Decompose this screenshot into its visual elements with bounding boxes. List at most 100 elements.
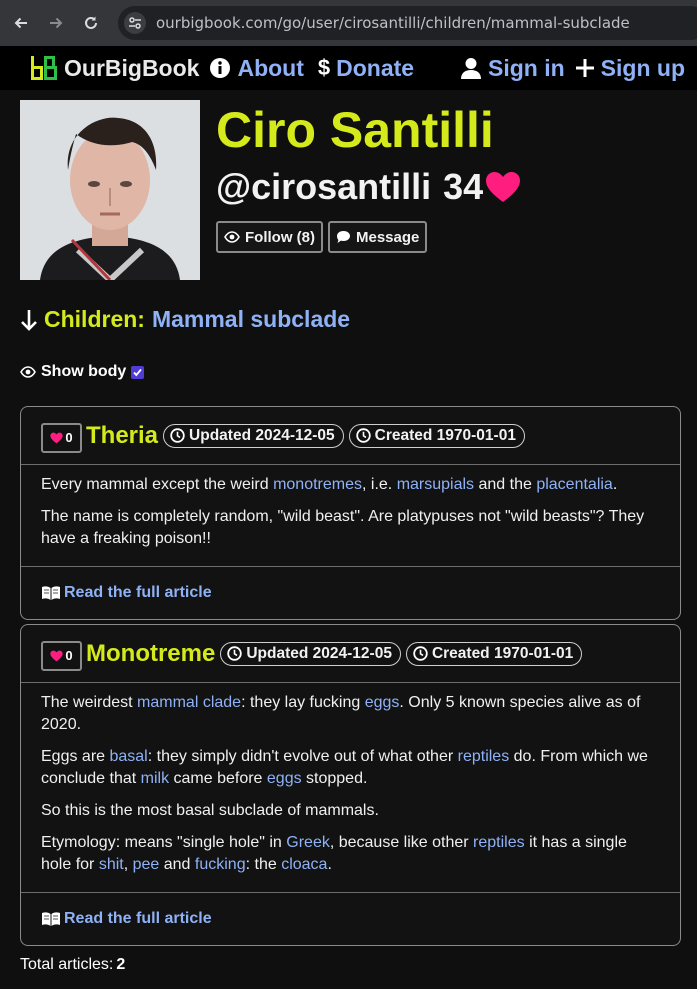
updated-badge: Updated 2024-12-05 (220, 641, 401, 666)
logo-icon[interactable] (30, 54, 58, 82)
article-paragraph: Every mammal except the weird monotremes… (41, 474, 660, 496)
clock-icon (227, 646, 243, 661)
article-title[interactable]: Monotreme (86, 640, 215, 668)
link-shit[interactable]: shit (99, 856, 124, 873)
article-header: 0 Theria Updated 2024-12-05 Created 1970… (21, 407, 680, 465)
reload-icon[interactable] (76, 8, 106, 38)
url-text[interactable]: ourbigbook.com/go/user/cirosantilli/chil… (156, 14, 630, 32)
message-button[interactable]: Message (328, 221, 428, 253)
updated-date: Updated 2024-12-05 (246, 644, 392, 662)
link-basal[interactable]: basal (109, 748, 147, 765)
created-date: Created 1970-01-01 (374, 426, 516, 444)
body-text: and the (474, 476, 537, 493)
clock-icon (413, 646, 428, 661)
updated-badge: Updated 2024-12-05 (163, 423, 344, 448)
body-text: , (123, 856, 133, 873)
total-articles-label: Total articles: (20, 956, 114, 973)
sign-up-link[interactable]: Sign up (575, 55, 685, 82)
children-heading: Children: Mammal subclade (20, 306, 350, 333)
children-label: Children: (44, 306, 145, 332)
like-button[interactable]: 0 (41, 422, 82, 453)
book-icon (41, 911, 61, 927)
link-eggs[interactable]: eggs (365, 694, 400, 711)
profile-name: Ciro Santilli (216, 102, 494, 158)
site-navbar: OurBigBook About $ Donate Sign in Sign u… (0, 46, 697, 90)
parent-article-link[interactable]: Mammal subclade (152, 306, 350, 333)
like-button[interactable]: 0 (41, 640, 82, 671)
eye-icon (20, 366, 36, 378)
link-placentalia[interactable]: placentalia (536, 476, 613, 493)
heart-icon (50, 650, 64, 662)
body-text: and (159, 856, 195, 873)
body-text: . (327, 856, 332, 873)
eye-icon (224, 231, 240, 243)
article-paragraph: The weirdest mammal clade: they lay fuck… (41, 692, 660, 736)
show-body-toggle[interactable]: Show body (20, 363, 145, 381)
article-paragraph: Etymology: means "single hole" in Greek,… (41, 832, 660, 876)
body-text: , i.e. (362, 476, 397, 493)
body-text: Etymology: means "single hole" in (41, 834, 287, 851)
avatar (20, 100, 200, 280)
clock-icon (170, 428, 185, 443)
info-icon (209, 57, 231, 79)
about-link[interactable]: About (209, 54, 304, 82)
sign-in-link[interactable]: Sign in (460, 55, 565, 82)
link-milk[interactable]: milk (141, 770, 169, 787)
about-label: About (237, 54, 304, 81)
show-body-checkbox[interactable] (131, 365, 145, 379)
body-text: : they lay fucking (241, 694, 365, 711)
link-mammal-clade[interactable]: mammal clade (137, 694, 241, 711)
link-pee[interactable]: pee (133, 856, 160, 873)
heart-icon (50, 432, 64, 444)
article-title[interactable]: Theria (86, 422, 158, 450)
article-body: Every mammal except the weird monotremes… (21, 465, 680, 567)
article-card: 0 Monotreme Updated 2024-12-05 Created 1… (20, 624, 681, 946)
link-eggs[interactable]: eggs (267, 770, 302, 787)
body-text: : they simply didn't evolve out of what … (147, 748, 458, 765)
clock-icon (355, 428, 371, 443)
link-reptiles[interactable]: reptiles (458, 748, 510, 765)
brand-name[interactable]: OurBigBook (64, 55, 199, 82)
browser-toolbar: ourbigbook.com/go/user/cirosantilli/chil… (0, 0, 697, 46)
read-full-article-link[interactable]: Read the full article (21, 567, 680, 619)
created-badge: Created 1970-01-01 (405, 641, 583, 666)
book-icon (41, 585, 61, 601)
site-settings-icon[interactable] (124, 12, 146, 34)
like-count: 0 (65, 648, 73, 663)
forward-arrow-icon[interactable] (41, 8, 71, 38)
body-text: stopped. (301, 770, 368, 787)
read-full-article-link[interactable]: Read the full article (21, 893, 680, 945)
profile-actions: Follow (8) Message (216, 221, 428, 253)
arrow-down-icon (20, 309, 38, 331)
body-text: Eggs are (41, 748, 110, 765)
sign-in-label: Sign in (488, 54, 565, 81)
article-card: 0 Theria Updated 2024-12-05 Created 1970… (20, 406, 681, 620)
read-full-article-label: Read the full article (64, 910, 212, 927)
profile-score: 34 (443, 166, 484, 207)
link-greek[interactable]: Greek (286, 834, 330, 851)
address-bar[interactable]: ourbigbook.com/go/user/cirosantilli/chil… (118, 6, 697, 40)
article-body: The weirdest mammal clade: they lay fuck… (21, 683, 680, 893)
body-text: , because like other (329, 834, 474, 851)
link-fucking[interactable]: fucking (195, 856, 246, 873)
link-marsupials[interactable]: marsupials (397, 476, 474, 493)
profile-username: @cirosantilli (216, 166, 432, 207)
donate-link[interactable]: $ Donate (318, 55, 414, 82)
dollar-icon: $ (317, 55, 331, 80)
link-cloaca[interactable]: cloaca (281, 856, 327, 873)
created-badge: Created 1970-01-01 (348, 423, 525, 448)
total-articles: Total articles: 2 (20, 956, 125, 974)
body-text: : the (245, 856, 282, 873)
article-header: 0 Monotreme Updated 2024-12-05 Created 1… (21, 625, 680, 683)
link-reptiles[interactable]: reptiles (473, 834, 525, 851)
back-arrow-icon[interactable] (6, 8, 36, 38)
message-label: Message (356, 228, 420, 246)
show-body-label: Show body (41, 363, 127, 380)
follow-button[interactable]: Follow (8) (216, 221, 323, 253)
updated-date: Updated 2024-12-05 (189, 426, 335, 444)
read-full-article-label: Read the full article (64, 584, 212, 601)
like-count: 0 (65, 430, 73, 445)
link-monotremes[interactable]: monotremes (273, 476, 362, 493)
follow-label: Follow (8) (245, 228, 315, 246)
article-paragraph: Eggs are basal: they simply didn't evolv… (41, 746, 660, 790)
